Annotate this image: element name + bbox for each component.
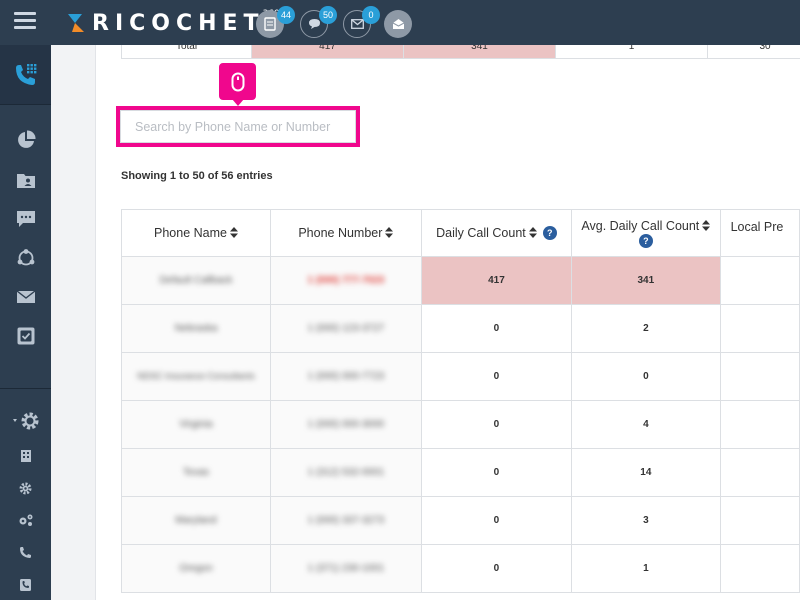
click-indicator: [219, 63, 256, 106]
sort-icon[interactable]: [385, 227, 394, 238]
avg-count-cell: 4: [571, 400, 721, 449]
table-row[interactable]: Texas 1 (312) 532-0001 0 14: [121, 448, 800, 497]
top-navbar: RICOCHET 360 44 50 0: [0, 0, 800, 45]
totals-label: Total: [122, 45, 252, 58]
table-header-row: Phone Name Phone Number Daily Call Count…: [121, 209, 800, 257]
daily-count-cell: 0: [420, 352, 573, 401]
daily-count-cell: 0: [420, 400, 573, 449]
avg-count-cell: 0: [571, 352, 721, 401]
local-cell: [719, 448, 800, 497]
local-cell: [719, 544, 800, 593]
left-sidebar: [0, 45, 51, 600]
sort-icon[interactable]: [702, 219, 711, 231]
phone-number-cell: 1 (000) 000-3000: [269, 400, 422, 449]
col-phone-name-label: Phone Name: [154, 226, 227, 240]
phone-number-cell: 1 (000) 123-3727: [269, 304, 422, 353]
phones-table: Phone Name Phone Number Daily Call Count…: [121, 209, 800, 593]
phone-name-cell: Nebraska: [121, 304, 271, 353]
phone-dialpad-icon[interactable]: [0, 45, 51, 105]
local-cell: [719, 256, 800, 305]
col-daily-call-count[interactable]: Daily Call Count?: [420, 209, 573, 257]
table-row[interactable]: Oregon 1 (371) 230-1001 0 1: [121, 544, 800, 593]
avg-count-cell: 2: [571, 304, 721, 353]
table-row[interactable]: Virginia 1 (000) 000-3000 0 4: [121, 400, 800, 449]
daily-count-cell: 0: [420, 304, 573, 353]
avg-count-cell: 341: [571, 256, 721, 305]
col-phone-number[interactable]: Phone Number: [269, 209, 422, 257]
sort-icon[interactable]: [229, 227, 238, 238]
local-cell: [719, 352, 800, 401]
sort-icon[interactable]: [528, 226, 537, 238]
phone-number-cell: 1 (000) 777-7023: [269, 256, 422, 305]
daily-count-cell: 417: [420, 256, 573, 305]
col-daily-label: Daily Call Count: [436, 225, 526, 240]
logo-text: RICOCHET: [92, 10, 265, 36]
phone-name-cell: Texas: [121, 448, 271, 497]
table-row[interactable]: NDSC Insurance Consultants 1 (000) 000-7…: [121, 352, 800, 401]
local-cell: [719, 304, 800, 353]
col-local-presence[interactable]: Local Pre: [719, 209, 800, 257]
phone-number-cell: 1 (000) 000-7723: [269, 352, 422, 401]
notification-badge: 44: [277, 6, 295, 24]
col-local-label: Local Pre: [730, 220, 784, 234]
entries-info: Showing 1 to 50 of 56 entries: [121, 170, 273, 182]
table-row[interactable]: Maryland 1 (000) 337-3273 0 3: [121, 496, 800, 545]
network-icon[interactable]: [0, 239, 51, 277]
col-phone-name[interactable]: Phone Name: [121, 209, 271, 257]
totals-col5: 30: [759, 45, 771, 52]
app-logo[interactable]: RICOCHET 360: [66, 9, 280, 36]
phone-name-cell: Maryland: [121, 496, 271, 545]
phone-number-cell: 1 (000) 337-3273: [269, 496, 422, 545]
search-highlight: [116, 106, 360, 147]
checklist-icon[interactable]: [0, 317, 51, 355]
mouse-icon: [231, 72, 244, 91]
avg-count-cell: 3: [571, 496, 721, 545]
inbox-icon[interactable]: [384, 10, 412, 38]
phone-name-cell: NDSC Insurance Consultants: [121, 352, 271, 401]
daily-count-cell: 0: [420, 544, 573, 593]
avg-count-cell: 14: [571, 448, 721, 497]
search-input[interactable]: [120, 110, 356, 143]
col-avg-label: Avg. Daily Call Count: [581, 218, 700, 233]
sidebar-divider: [0, 388, 51, 389]
local-cell: [719, 400, 800, 449]
phone-number-cell: 1 (371) 230-1001: [269, 544, 422, 593]
col-avg-daily-call-count[interactable]: Avg. Daily Call Count?: [571, 209, 721, 257]
hamburger-menu-icon[interactable]: [14, 12, 36, 32]
col-phone-number-label: Phone Number: [298, 226, 383, 240]
daily-count-cell: 0: [420, 448, 573, 497]
phone-book-icon[interactable]: [0, 566, 51, 604]
settings-gear-icon[interactable]: [0, 402, 51, 440]
phone-name-cell: Oregon: [121, 544, 271, 593]
page-gutter: [51, 45, 96, 600]
table-row[interactable]: Default Callback 1 (000) 777-7023 417 34…: [121, 256, 800, 305]
message-icon[interactable]: [0, 200, 51, 238]
phone-name-cell: Virginia: [121, 400, 271, 449]
phone-number-cell: 1 (312) 532-0001: [269, 448, 422, 497]
totals-daily: 417: [252, 45, 404, 58]
totals-col4: 1: [556, 45, 708, 58]
table-row[interactable]: Nebraska 1 (000) 123-3727 0 2: [121, 304, 800, 353]
totals-row: Total 417 341 1 30: [121, 45, 800, 59]
totals-avg: 341: [404, 45, 556, 58]
mail-badge: 0: [362, 6, 380, 24]
contact-card-icon[interactable]: [0, 161, 51, 199]
help-icon[interactable]: ?: [542, 226, 557, 241]
daily-count-cell: 0: [420, 496, 573, 545]
chat-badge: 50: [319, 6, 337, 24]
avg-count-cell: 1: [571, 544, 721, 593]
phone-name-cell: Default Callback: [121, 256, 271, 305]
local-cell: [719, 496, 800, 545]
envelope-icon[interactable]: [0, 278, 51, 316]
pie-chart-icon[interactable]: [0, 121, 51, 159]
ricochet-logo-mark: [66, 12, 86, 34]
help-icon[interactable]: ?: [638, 234, 653, 249]
